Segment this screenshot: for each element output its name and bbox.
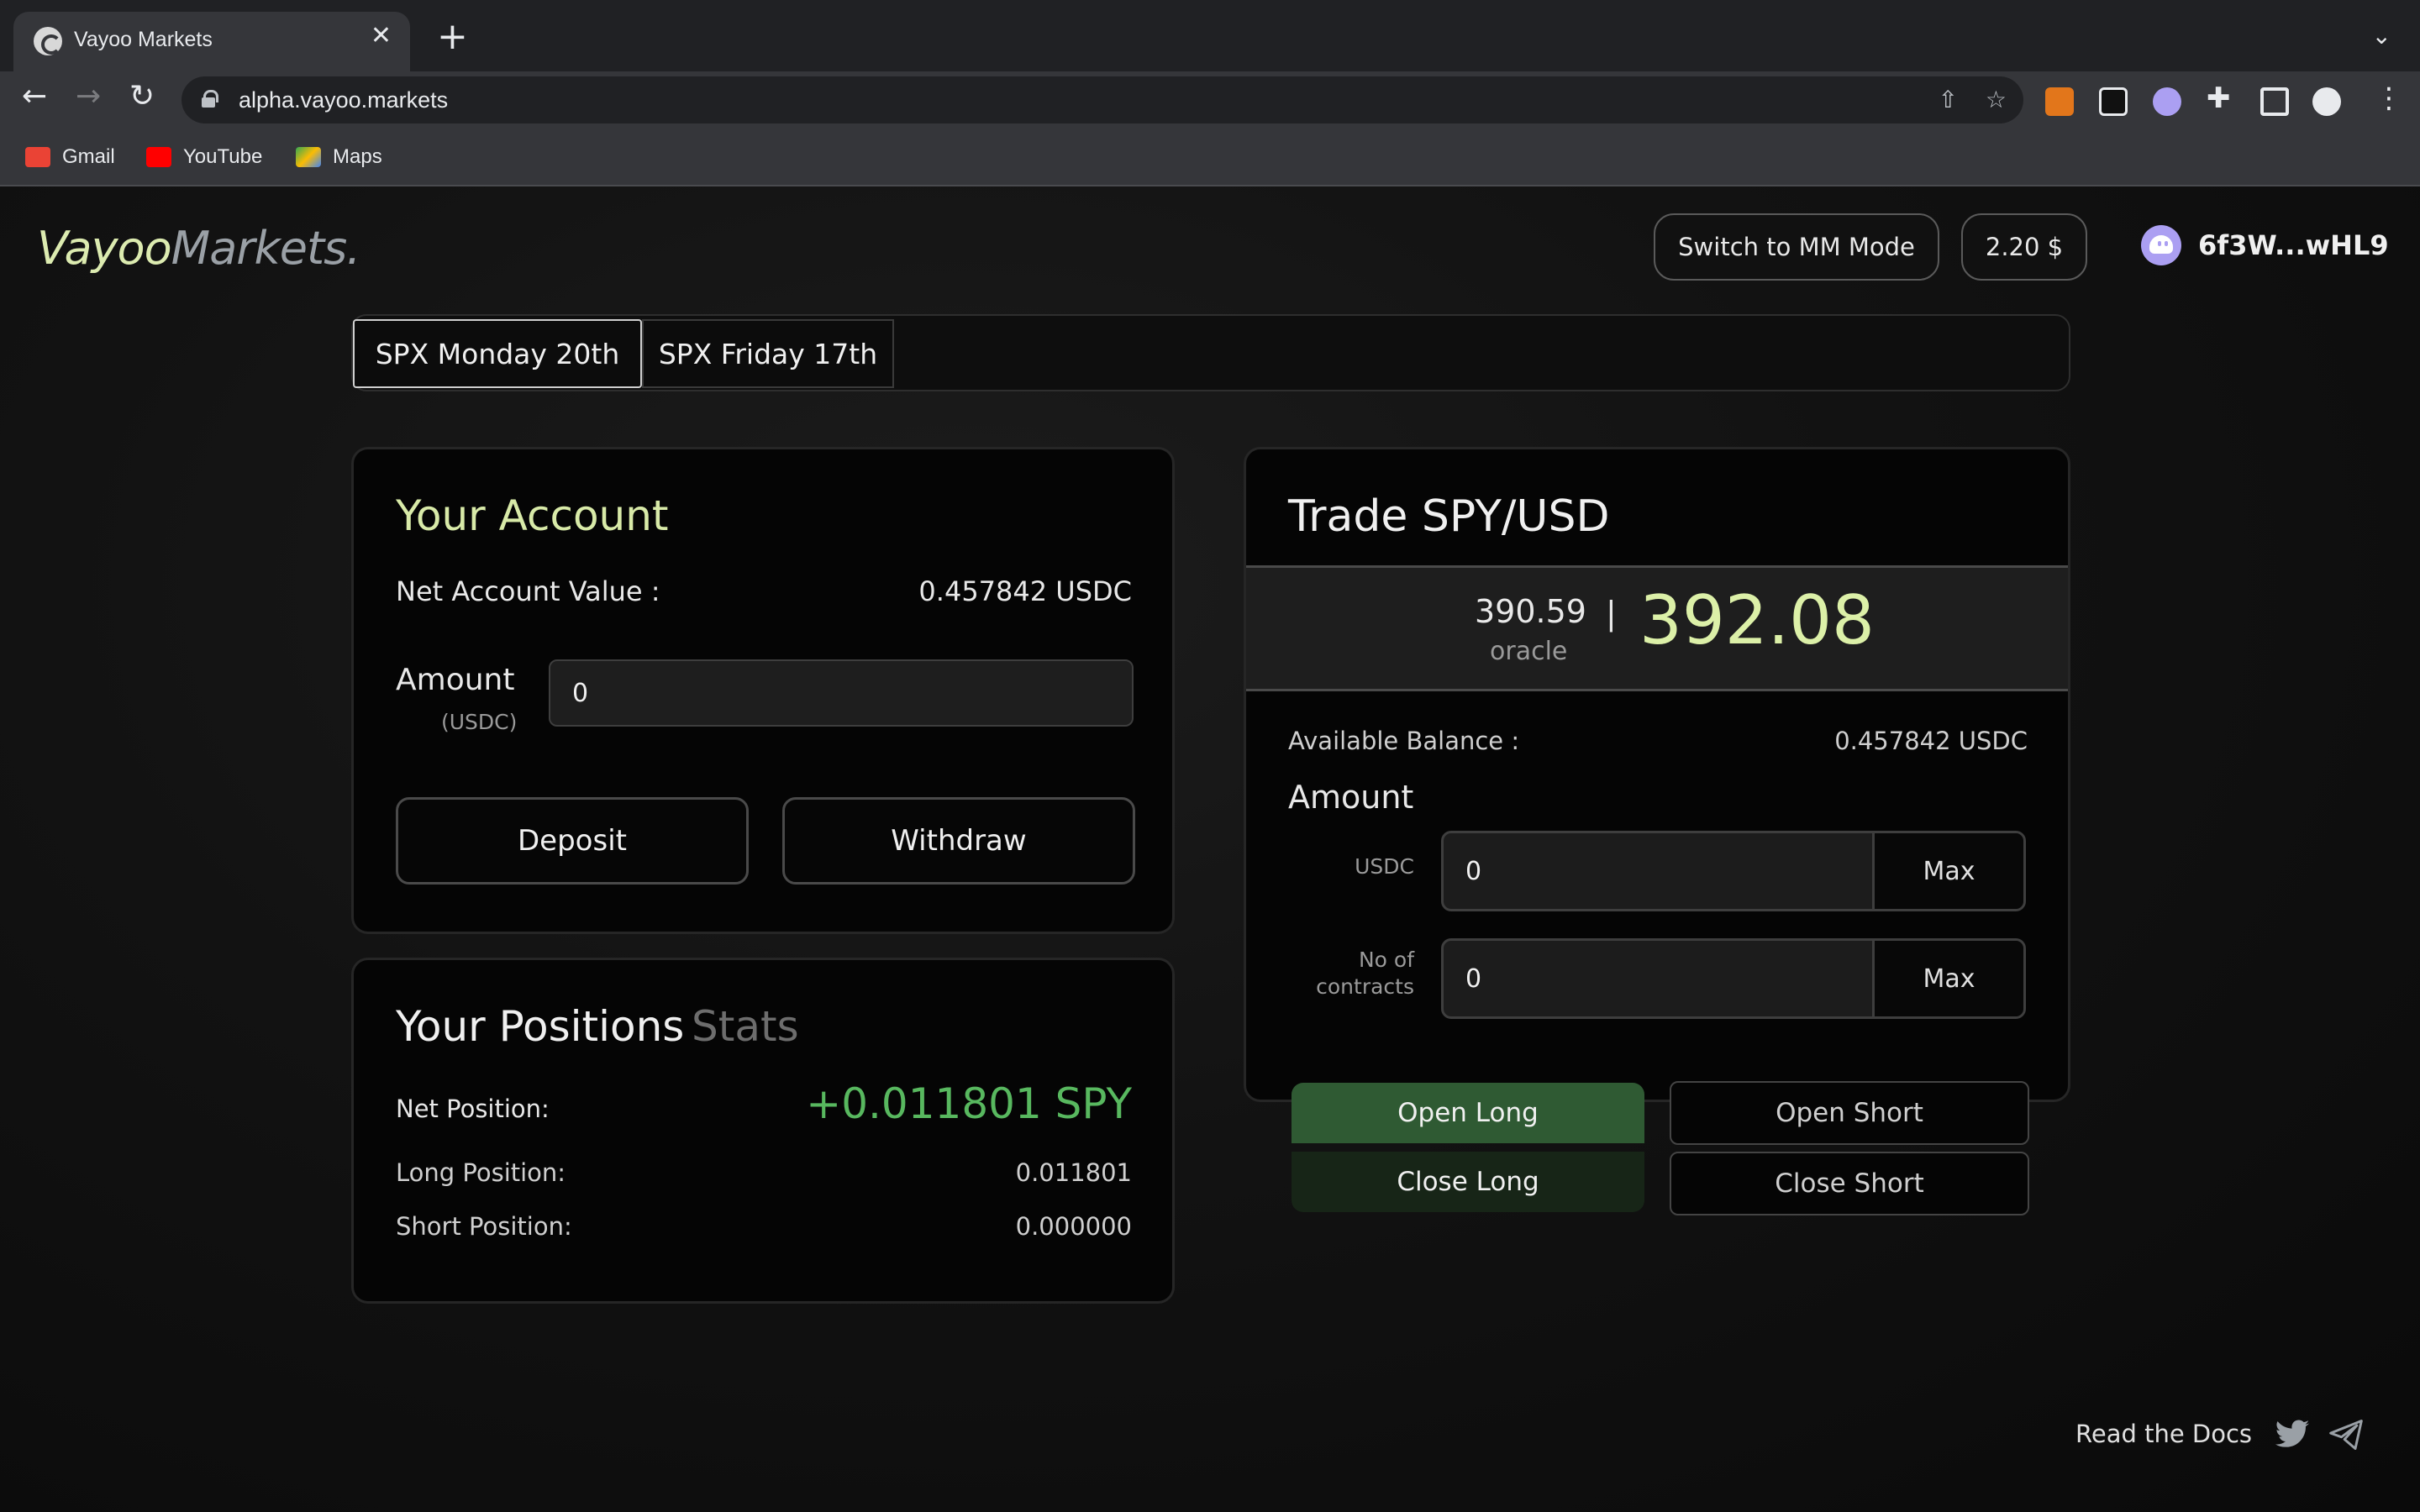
- switch-mm-mode-button[interactable]: Switch to MM Mode: [1654, 213, 1939, 281]
- positions-card: Your Positions Stats Net Position: +0.01…: [351, 958, 1175, 1304]
- trade-title: Trade SPY/USD: [1288, 491, 1610, 542]
- phantom-extension-icon[interactable]: [2153, 87, 2181, 116]
- twitter-icon[interactable]: [2274, 1416, 2311, 1453]
- vayoo-favicon-icon: [34, 27, 62, 55]
- account-title: Your Account: [396, 491, 669, 540]
- open-long-button[interactable]: Open Long: [1292, 1083, 1644, 1143]
- close-tab-icon[interactable]: ✕: [371, 24, 392, 49]
- contracts-input-value[interactable]: 0: [1465, 964, 1481, 994]
- net-position-label: Net Position:: [396, 1095, 550, 1123]
- bookmark-youtube[interactable]: YouTube: [146, 144, 262, 170]
- bookmark-star-icon[interactable]: ☆: [1986, 88, 2007, 112]
- available-balance-value: 0.457842 USDC: [1834, 727, 2028, 755]
- side-panel-icon[interactable]: [2260, 87, 2289, 116]
- address-bar[interactable]: alpha.vayoo.markets ⇧ ☆: [182, 76, 2023, 123]
- bookmarks-bar: Gmail YouTube Maps: [0, 128, 2420, 186]
- sol-price-badge[interactable]: 2.20 $: [1961, 213, 2087, 281]
- contracts-amount-input[interactable]: 0 Max: [1441, 938, 2026, 1019]
- oracle-label: oracle: [1490, 637, 1568, 666]
- price-separator: |: [1606, 595, 1617, 632]
- usdc-max-button[interactable]: Max: [1872, 833, 2023, 909]
- logo-text-vayoo: Vayoo: [37, 222, 172, 275]
- tab-spx-monday[interactable]: SPX Monday 20th: [353, 319, 642, 388]
- wallet-address: 6f3W...wHL9: [2198, 229, 2389, 261]
- share-icon[interactable]: ⇧: [1939, 88, 1958, 112]
- browser-tab[interactable]: Vayoo Markets ✕: [13, 12, 410, 71]
- deposit-amount-input[interactable]: 0: [549, 659, 1134, 727]
- reload-icon[interactable]: ↻: [129, 81, 155, 112]
- market-tabs: SPX Monday 20th SPX Friday 17th: [351, 314, 2070, 391]
- long-position-label: Long Position:: [396, 1158, 566, 1187]
- short-position-value: 0.000000: [1015, 1212, 1132, 1241]
- gmail-icon: [25, 147, 50, 167]
- close-long-button[interactable]: Close Long: [1292, 1152, 1644, 1212]
- trade-amount-label: Amount: [1288, 779, 1414, 816]
- bookmark-label: Gmail: [62, 145, 115, 168]
- browser-tab-bar: Vayoo Markets ✕ + ⌄: [0, 0, 2420, 71]
- mark-price: 392.08: [1639, 581, 1875, 659]
- profile-avatar-icon[interactable]: [2312, 87, 2341, 116]
- read-the-docs-link[interactable]: Read the Docs: [2075, 1420, 2252, 1448]
- contracts-label-line1: No of: [1358, 948, 1414, 972]
- wallet-button[interactable]: 6f3W...wHL9: [2141, 225, 2389, 265]
- close-short-button[interactable]: Close Short: [1670, 1152, 2029, 1215]
- url-text[interactable]: alpha.vayoo.markets: [239, 87, 448, 113]
- usdc-label: USDC: [1355, 854, 1414, 879]
- telegram-icon[interactable]: [2328, 1416, 2365, 1453]
- youtube-icon: [146, 147, 171, 167]
- oracle-price: 390.59: [1475, 593, 1586, 630]
- maps-icon: [296, 147, 321, 167]
- chevron-down-icon[interactable]: ⌄: [2372, 22, 2391, 50]
- net-position-value: +0.011801 SPY: [806, 1079, 1132, 1128]
- contracts-label: No of contracts: [1280, 947, 1414, 1000]
- new-tab-icon[interactable]: +: [437, 18, 468, 55]
- tab-spx-friday[interactable]: SPX Friday 17th: [642, 319, 894, 388]
- price-display: 390.59 oracle | 392.08: [1246, 565, 2068, 691]
- vayoo-logo[interactable]: VayooMarkets.: [37, 222, 360, 275]
- amount-unit-label: (USDC): [441, 710, 518, 734]
- contracts-max-button[interactable]: Max: [1872, 941, 2023, 1016]
- usdc-amount-input[interactable]: 0 Max: [1441, 831, 2026, 911]
- short-position-label: Short Position:: [396, 1212, 572, 1241]
- amount-label: Amount: [396, 663, 515, 697]
- open-short-button[interactable]: Open Short: [1670, 1081, 2029, 1145]
- positions-title: Your Positions: [396, 1002, 685, 1051]
- net-account-value-label: Net Account Value :: [396, 575, 660, 607]
- available-balance-label: Available Balance :: [1288, 727, 1520, 755]
- bookmark-label: YouTube: [183, 145, 263, 168]
- bookmark-label: Maps: [333, 145, 382, 168]
- app-page: VayooMarkets. Switch to MM Mode 2.20 $ 6…: [0, 186, 2420, 1512]
- more-menu-icon[interactable]: ⋮: [2375, 84, 2403, 113]
- bookmark-gmail[interactable]: Gmail: [25, 144, 115, 170]
- back-arrow-icon[interactable]: ←: [22, 81, 47, 112]
- account-card: Your Account Net Account Value : 0.45784…: [351, 447, 1175, 934]
- stats-tab[interactable]: Stats: [692, 1002, 799, 1051]
- puzzle-extensions-icon[interactable]: ✚: [2207, 84, 2231, 113]
- forward-arrow-icon[interactable]: →: [76, 81, 101, 112]
- contracts-label-line2: contracts: [1316, 974, 1414, 999]
- phantom-wallet-icon: [2141, 225, 2181, 265]
- withdraw-button[interactable]: Withdraw: [782, 797, 1135, 885]
- lock-icon[interactable]: [202, 90, 218, 108]
- bookmark-maps[interactable]: Maps: [296, 144, 382, 170]
- logo-text-markets: Markets.: [171, 222, 361, 275]
- browser-tab-title: Vayoo Markets: [74, 28, 213, 51]
- net-account-value: 0.457842 USDC: [918, 575, 1132, 607]
- deposit-button[interactable]: Deposit: [396, 797, 749, 885]
- extension-icon[interactable]: [2099, 87, 2128, 116]
- usdc-input-value[interactable]: 0: [1465, 857, 1481, 886]
- trade-card: Trade SPY/USD 390.59 oracle | 392.08 Ava…: [1244, 447, 2070, 1215]
- long-position-value: 0.011801: [1015, 1158, 1132, 1187]
- metamask-extension-icon[interactable]: [2045, 87, 2074, 116]
